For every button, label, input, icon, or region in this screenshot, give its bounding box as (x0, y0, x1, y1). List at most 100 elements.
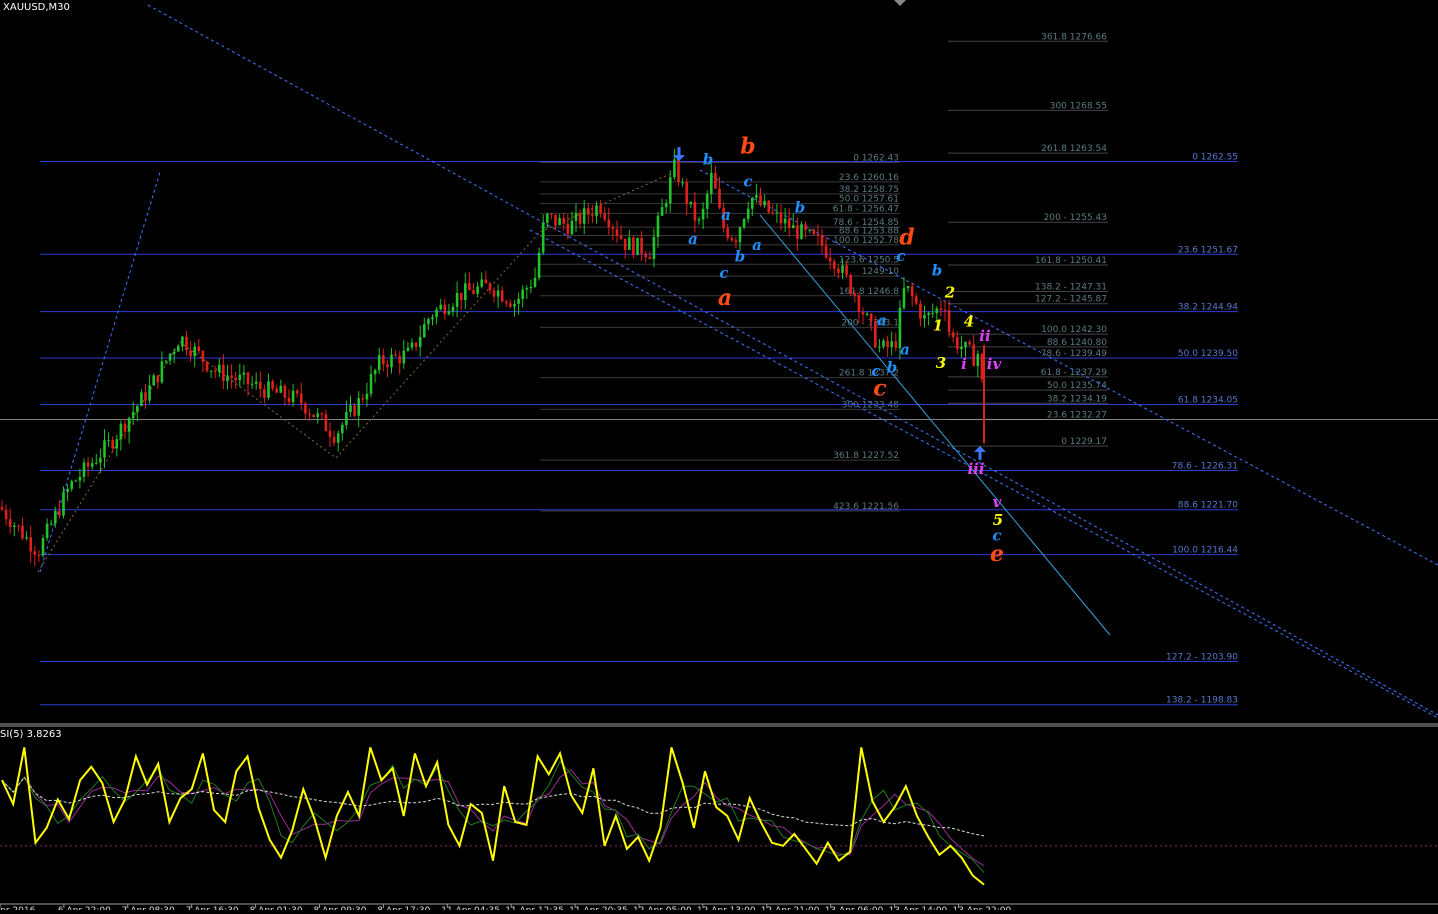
candle-body[interactable] (792, 225, 795, 229)
candle-body[interactable] (902, 288, 906, 308)
candle-body[interactable] (533, 277, 537, 287)
candle-body[interactable] (279, 385, 283, 393)
candle-body[interactable] (857, 295, 861, 313)
candle-body[interactable] (808, 229, 811, 231)
candle-body[interactable] (960, 346, 963, 350)
candle-body[interactable] (74, 480, 78, 482)
candle-body[interactable] (168, 353, 172, 361)
candle-body[interactable] (915, 296, 918, 304)
candle-body[interactable] (812, 229, 816, 235)
candle-body[interactable] (218, 364, 221, 373)
candle-body[interactable] (619, 235, 623, 239)
candle-body[interactable] (25, 537, 28, 539)
candle-body[interactable] (865, 313, 869, 315)
candle-body[interactable] (644, 253, 647, 258)
candle-body[interactable] (591, 214, 594, 217)
candle-body[interactable] (869, 313, 873, 322)
candle-body[interactable] (357, 398, 360, 416)
candle-body[interactable] (968, 341, 971, 345)
candle-body[interactable] (189, 350, 192, 357)
candle-body[interactable] (472, 290, 475, 294)
candle-body[interactable] (95, 462, 98, 464)
candle-body[interactable] (492, 290, 496, 297)
candle-body[interactable] (488, 283, 492, 291)
candle-body[interactable] (824, 245, 828, 258)
candle-body[interactable] (734, 240, 738, 243)
candle-body[interactable] (685, 182, 688, 205)
candle-body[interactable] (890, 341, 893, 348)
candle-body[interactable] (718, 188, 721, 208)
candle-body[interactable] (82, 462, 86, 477)
candle-body[interactable] (878, 346, 881, 348)
candle-body[interactable] (935, 308, 939, 313)
candle-body[interactable] (283, 385, 287, 398)
candle-body[interactable] (681, 182, 684, 184)
candle-body[interactable] (582, 208, 586, 224)
candle-body[interactable] (570, 220, 574, 235)
candle-body[interactable] (115, 439, 119, 449)
candle-body[interactable] (669, 177, 672, 204)
candle-body[interactable] (254, 381, 258, 384)
candle-body[interactable] (541, 222, 545, 253)
candle-body[interactable] (459, 292, 463, 300)
candle-body[interactable] (353, 405, 356, 416)
candle-body[interactable] (640, 237, 643, 254)
candle-body[interactable] (730, 238, 734, 241)
candle-body[interactable] (361, 398, 365, 400)
candle-body[interactable] (193, 346, 196, 357)
candle-body[interactable] (259, 381, 262, 389)
candle-body[interactable] (0, 507, 4, 510)
candle-body[interactable] (144, 392, 147, 401)
candle-body[interactable] (455, 292, 459, 307)
candle-body[interactable] (574, 212, 578, 221)
arrow-up-icon[interactable] (974, 445, 986, 460)
candle-body[interactable] (607, 219, 611, 228)
candle-body[interactable] (615, 229, 619, 236)
candle-body[interactable] (464, 283, 467, 300)
candle-body[interactable] (660, 207, 664, 216)
candle-body[interactable] (58, 510, 61, 516)
candle-body[interactable] (62, 492, 65, 516)
candle-body[interactable] (476, 286, 479, 294)
candle-body[interactable] (755, 195, 758, 198)
candle-body[interactable] (99, 457, 102, 463)
candle-body[interactable] (578, 212, 582, 224)
candle-body[interactable] (54, 510, 57, 524)
candle-body[interactable] (328, 431, 332, 437)
candle-body[interactable] (234, 377, 237, 381)
candle-body[interactable] (246, 372, 250, 385)
candle-body[interactable] (320, 413, 324, 415)
candle-body[interactable] (652, 236, 656, 260)
candle-body[interactable] (906, 286, 910, 289)
candle-body[interactable] (13, 525, 16, 527)
candle-body[interactable] (177, 346, 180, 352)
candle-body[interactable] (377, 355, 381, 371)
candle-body[interactable] (275, 388, 278, 393)
candle-body[interactable] (267, 381, 270, 398)
candle-body[interactable] (37, 554, 41, 556)
candle-body[interactable] (29, 537, 32, 552)
candle-body[interactable] (431, 317, 434, 320)
candle-body[interactable] (480, 279, 483, 287)
candle-body[interactable] (894, 341, 898, 348)
candle-body[interactable] (636, 237, 639, 255)
candle-body[interactable] (853, 293, 857, 296)
candle-body[interactable] (156, 375, 160, 383)
candle-body[interactable] (496, 290, 500, 297)
candle-body[interactable] (447, 311, 451, 315)
trendline-upper[interactable] (147, 4, 1438, 716)
candle-body[interactable] (509, 303, 512, 307)
candle-body[interactable] (103, 440, 106, 458)
candle-body[interactable] (435, 309, 438, 318)
candle-body[interactable] (443, 304, 447, 315)
candle-body[interactable] (689, 201, 693, 205)
candle-body[interactable] (164, 360, 168, 362)
candle-body[interactable] (148, 385, 151, 401)
candle-body[interactable] (345, 411, 348, 425)
candle-body[interactable] (656, 215, 660, 237)
candle-body[interactable] (423, 324, 426, 338)
candle-body[interactable] (554, 214, 557, 226)
candle-body[interactable] (107, 440, 110, 442)
candle-body[interactable] (369, 374, 373, 394)
candle-body[interactable] (521, 289, 524, 299)
